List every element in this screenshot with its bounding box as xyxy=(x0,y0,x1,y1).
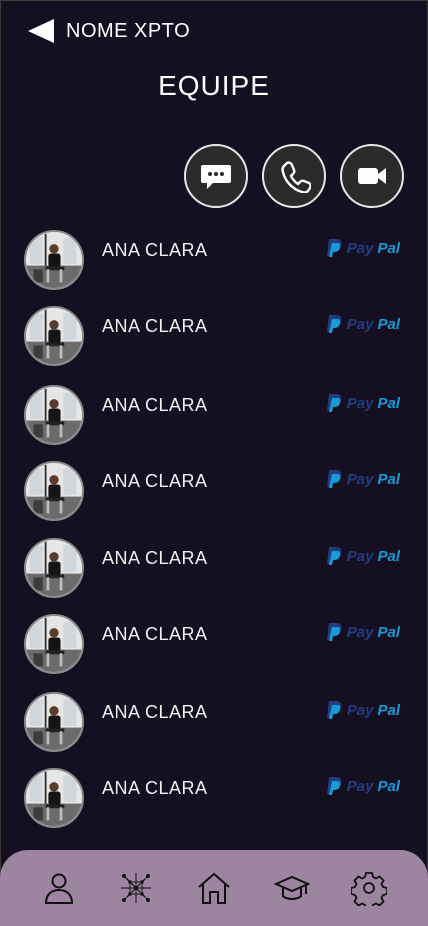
paypal-icon xyxy=(326,701,342,719)
member-name: ANA CLARA xyxy=(102,624,208,644)
video-call-button[interactable] xyxy=(340,144,404,208)
back-triangle-icon xyxy=(28,19,54,43)
avatar xyxy=(24,230,84,290)
video-camera-icon xyxy=(358,168,386,184)
paypal-icon xyxy=(326,239,342,257)
paypal-pal-text: Pal xyxy=(377,777,400,795)
paypal-button[interactable]: Pay Pal xyxy=(325,622,400,642)
paypal-pay-text: Pay xyxy=(346,701,374,719)
page-title: EQUIPE xyxy=(158,70,270,101)
network-icon xyxy=(121,873,152,903)
avatar-photo xyxy=(26,463,82,519)
nav-education[interactable] xyxy=(272,868,312,908)
member-name: ANA CLARA xyxy=(102,471,208,491)
avatar-photo xyxy=(26,387,82,443)
member-name: ANA CLARA xyxy=(102,395,208,415)
paypal-pal-text: Pal xyxy=(377,315,400,333)
paypal-pal-text: Pal xyxy=(377,623,400,641)
avatar-photo xyxy=(26,308,82,364)
paypal-pal-text: Pal xyxy=(377,394,400,412)
paypal-button[interactable]: Pay Pal xyxy=(325,314,400,334)
paypal-pay-text: Pay xyxy=(346,470,374,488)
paypal-pay-text: Pay xyxy=(346,239,374,257)
paypal-pay-text: Pay xyxy=(346,777,374,795)
avatar-photo xyxy=(26,616,82,672)
list-item[interactable]: ANA CLARA Pay Pal xyxy=(0,692,428,756)
paypal-pal-text: Pal xyxy=(377,470,400,488)
call-button[interactable] xyxy=(262,144,326,208)
graduation-cap-icon xyxy=(273,875,310,900)
paypal-pal-text: Pal xyxy=(377,547,400,565)
paypal-pay-text: Pay xyxy=(346,394,374,412)
back-button[interactable]: NOME XPTO xyxy=(26,16,190,46)
avatar xyxy=(24,385,84,445)
nav-profile[interactable] xyxy=(39,868,79,908)
list-item[interactable]: ANA CLARA Pay Pal xyxy=(0,230,428,294)
paypal-button[interactable]: Pay Pal xyxy=(325,700,400,720)
member-name: ANA CLARA xyxy=(102,548,208,568)
paypal-button[interactable]: Pay Pal xyxy=(325,238,400,258)
paypal-icon xyxy=(326,315,342,333)
gear-icon xyxy=(351,872,388,906)
paypal-button[interactable]: Pay Pal xyxy=(325,469,400,489)
avatar xyxy=(24,614,84,674)
avatar xyxy=(24,461,84,521)
user-icon xyxy=(44,873,73,904)
paypal-pay-text: Pay xyxy=(346,547,374,565)
member-name: ANA CLARA xyxy=(102,316,208,336)
paypal-button[interactable]: Pay Pal xyxy=(325,546,400,566)
list-item[interactable]: ANA CLARA Pay Pal xyxy=(0,461,428,525)
nav-network[interactable] xyxy=(116,868,156,908)
bottom-nav xyxy=(0,850,428,926)
chat-button[interactable] xyxy=(184,144,248,208)
paypal-button[interactable]: Pay Pal xyxy=(325,393,400,413)
paypal-button[interactable]: Pay Pal xyxy=(325,776,400,796)
avatar-photo xyxy=(26,540,82,596)
list-item[interactable]: ANA CLARA Pay Pal xyxy=(0,385,428,449)
header-name: NOME XPTO xyxy=(66,19,191,42)
avatar xyxy=(24,692,84,752)
avatar-photo xyxy=(26,694,82,750)
list-item[interactable]: ANA CLARA Pay Pal xyxy=(0,538,428,602)
paypal-pal-text: Pal xyxy=(377,701,400,719)
paypal-icon xyxy=(326,470,342,488)
list-item[interactable]: ANA CLARA Pay Pal xyxy=(0,306,428,370)
paypal-pay-text: Pay xyxy=(346,623,374,641)
paypal-icon xyxy=(326,547,342,565)
list-item[interactable]: ANA CLARA Pay Pal xyxy=(0,614,428,678)
avatar-photo xyxy=(26,232,82,288)
avatar-photo xyxy=(26,770,82,826)
avatar xyxy=(24,768,84,828)
member-name: ANA CLARA xyxy=(102,240,208,260)
action-buttons xyxy=(184,144,404,208)
home-icon xyxy=(198,872,230,904)
nav-home[interactable] xyxy=(194,868,234,908)
avatar xyxy=(24,538,84,598)
nav-settings[interactable] xyxy=(349,868,389,908)
list-item[interactable]: ANA CLARA Pay Pal xyxy=(0,768,428,832)
paypal-icon xyxy=(326,777,342,795)
phone-icon xyxy=(281,161,311,193)
chat-bubble-icon xyxy=(201,165,231,189)
avatar xyxy=(24,306,84,366)
paypal-pal-text: Pal xyxy=(377,239,400,257)
paypal-icon xyxy=(326,394,342,412)
paypal-pay-text: Pay xyxy=(346,315,374,333)
member-name: ANA CLARA xyxy=(102,702,208,722)
paypal-icon xyxy=(326,623,342,641)
member-name: ANA CLARA xyxy=(102,778,208,798)
